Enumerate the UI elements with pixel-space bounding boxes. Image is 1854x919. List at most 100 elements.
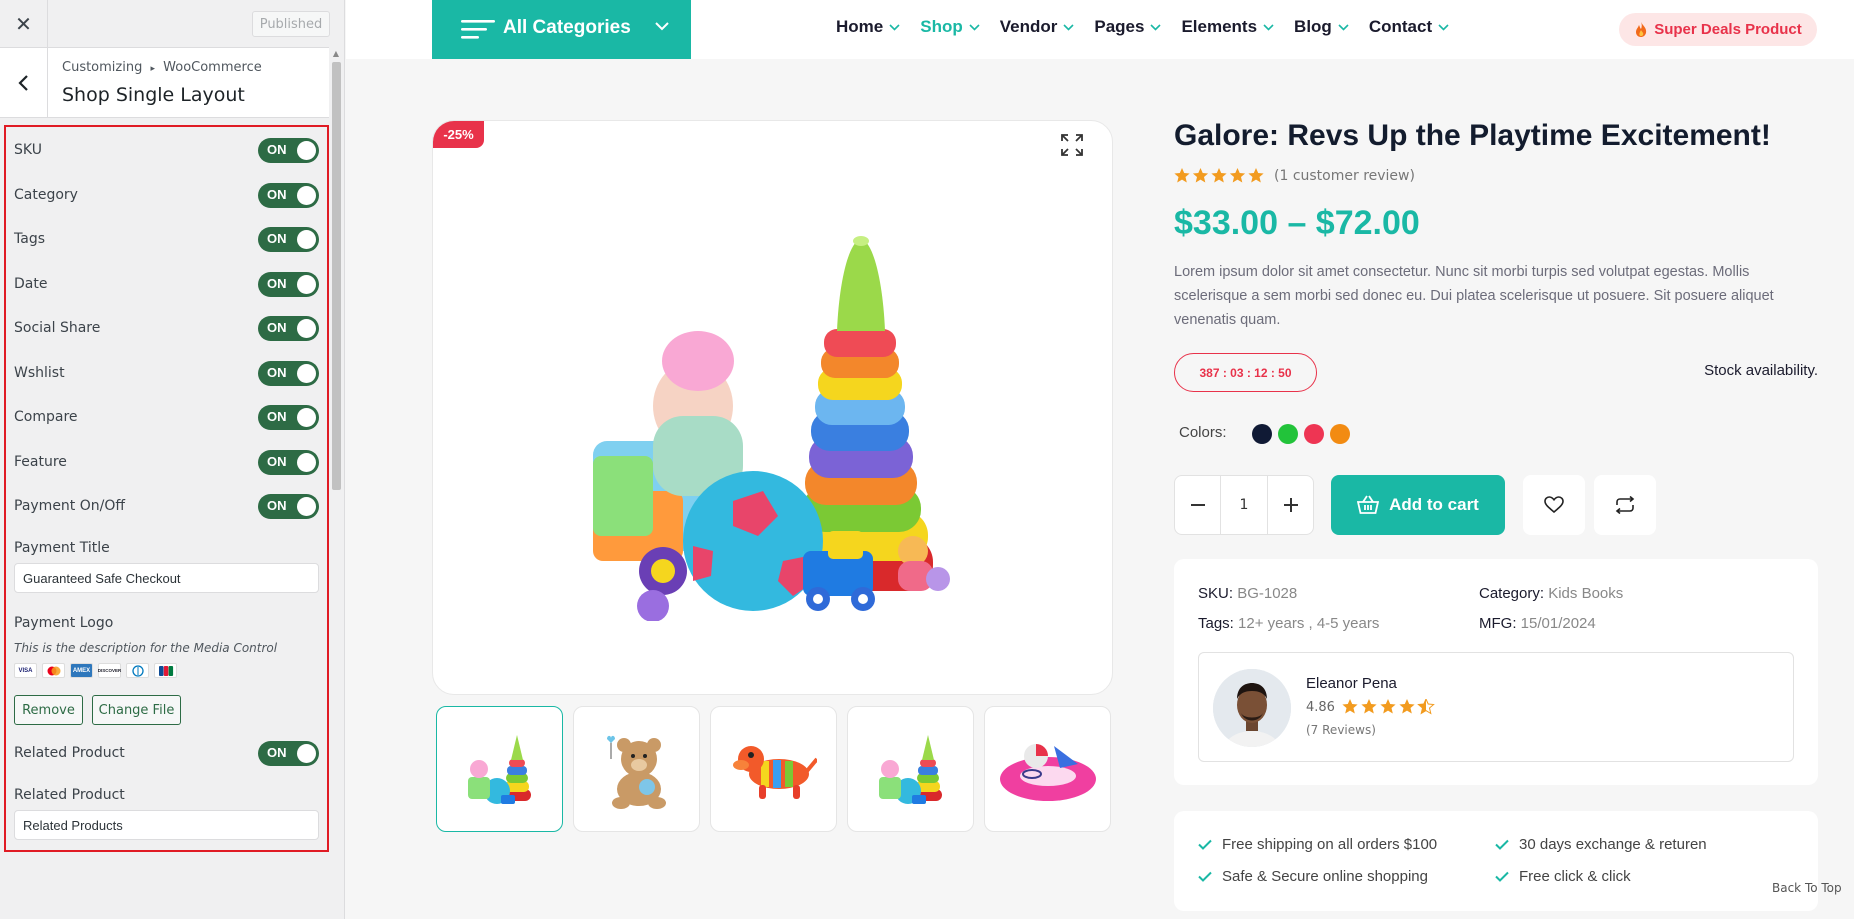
color-swatch-green[interactable]: [1278, 424, 1298, 444]
category-meta: Category: Kids Books: [1479, 585, 1623, 602]
tags-meta: Tags: 12+ years , 4-5 years: [1198, 615, 1379, 632]
nav-vendor[interactable]: Vendor: [1000, 17, 1075, 37]
feature-toggle[interactable]: ON: [258, 450, 319, 475]
nav-blog[interactable]: Blog: [1294, 17, 1349, 37]
vendor-review-count: (7 Reviews): [1306, 723, 1376, 737]
option-label: Payment On/Off: [14, 498, 126, 514]
category-toggle[interactable]: ON: [258, 183, 319, 208]
toggle-state: ON: [267, 745, 287, 760]
scroll-up-arrow-icon[interactable]: ▲: [330, 49, 342, 59]
fire-icon: [1636, 22, 1647, 37]
nav-shop[interactable]: Shop: [920, 17, 980, 37]
site-header: All Categories Home Shop Vendor Pages El…: [346, 0, 1854, 59]
toys-set-thumbnail: [878, 735, 942, 804]
toggle-state: ON: [267, 276, 287, 291]
toggle-state: ON: [267, 231, 287, 246]
chevron-down-icon: [969, 23, 980, 31]
expand-icon[interactable]: [1060, 133, 1084, 157]
discount-badge: -25%: [433, 121, 484, 148]
toggle-knob: [297, 364, 316, 383]
published-button[interactable]: Published: [252, 11, 330, 37]
menu-icon: [461, 20, 495, 39]
check-icon: [1198, 839, 1212, 850]
date-toggle[interactable]: ON: [258, 272, 319, 297]
shipping-feature-text: Free click & click: [1519, 868, 1631, 885]
breadcrumb: Customizing ▸ WooCommerce: [62, 60, 262, 75]
compare-icon: [1615, 496, 1635, 514]
vendor-card[interactable]: Eleanor Pena 4.86 (7 Reviews): [1198, 652, 1794, 762]
nav-label: Contact: [1368, 17, 1433, 36]
related-product-toggle[interactable]: ON: [258, 741, 319, 766]
site-preview: All Categories Home Shop Vendor Pages El…: [346, 0, 1854, 919]
option-date: Date ON: [14, 272, 319, 298]
nav-contact[interactable]: Contact: [1369, 17, 1449, 37]
wishlist-toggle[interactable]: ON: [258, 361, 319, 386]
add-to-cart-button[interactable]: Add to cart: [1331, 475, 1505, 535]
payment-logo-description: This is the description for the Media Co…: [14, 641, 278, 655]
compare-toggle[interactable]: ON: [258, 405, 319, 430]
discover-logo: DISCOVER: [98, 663, 121, 678]
toggle-state: ON: [267, 187, 287, 202]
nav-label: Shop: [920, 17, 963, 36]
basket-icon: [1357, 495, 1380, 514]
vendor-name[interactable]: Eleanor Pena: [1306, 675, 1397, 692]
change-file-button[interactable]: Change File: [92, 695, 181, 725]
close-icon[interactable]: ✕: [0, 0, 48, 48]
payment-title-input[interactable]: [14, 563, 319, 593]
color-swatch-orange[interactable]: [1330, 424, 1350, 444]
sidebar-scrollbar-thumb[interactable]: [332, 62, 341, 490]
sku-toggle[interactable]: ON: [258, 138, 319, 163]
amex-logo: AMEX: [70, 663, 93, 678]
toggle-knob: [297, 186, 316, 205]
diners-logo: [126, 663, 149, 678]
related-title-input[interactable]: [14, 810, 319, 840]
tags-toggle[interactable]: ON: [258, 227, 319, 252]
chevron-down-icon: [1338, 23, 1349, 31]
thumbnail-2[interactable]: [573, 706, 700, 832]
toys-set-thumbnail: [467, 735, 531, 804]
nav-home[interactable]: Home: [836, 17, 900, 37]
product-image-gallery: -25%: [432, 120, 1113, 695]
nav-pages[interactable]: Pages: [1094, 17, 1162, 37]
customizer-topbar: ✕ Published: [0, 0, 330, 48]
quantity-value[interactable]: 1: [1221, 476, 1267, 534]
category-value[interactable]: Kids Books: [1548, 585, 1623, 602]
tags-label: Tags:: [1198, 615, 1234, 632]
customizer-sidebar: ✕ Published Customizing ▸ WooCommerce Sh…: [0, 0, 345, 919]
thumbnail-5[interactable]: [984, 706, 1111, 832]
nav-label: Elements: [1181, 17, 1258, 36]
toy-dog-thumbnail: [732, 746, 817, 799]
color-swatch-red[interactable]: [1304, 424, 1324, 444]
wishlist-button[interactable]: [1523, 475, 1585, 535]
quantity-increase-button[interactable]: [1267, 476, 1313, 534]
option-social-share: Social Share ON: [14, 316, 319, 342]
payment-toggle[interactable]: ON: [258, 494, 319, 519]
check-icon: [1198, 871, 1212, 882]
remove-button[interactable]: Remove: [14, 695, 83, 725]
thumbnail-4[interactable]: [847, 706, 974, 832]
product-meta-card: SKU: BG-1028 Category: Kids Books Tags: …: [1174, 559, 1818, 785]
option-label: SKU: [14, 142, 42, 158]
social-share-toggle[interactable]: ON: [258, 316, 319, 341]
chevron-down-icon: [1150, 23, 1162, 31]
chevron-down-icon: [1263, 23, 1274, 31]
all-categories-button[interactable]: All Categories: [432, 0, 691, 59]
tags-value[interactable]: 12+ years , 4-5 years: [1238, 615, 1379, 632]
vendor-score: 4.86: [1306, 699, 1474, 715]
thumbnail-1[interactable]: [436, 706, 563, 832]
shipping-feature-text: Free shipping on all orders $100: [1222, 836, 1438, 853]
nav-label: Pages: [1094, 17, 1145, 36]
toggle-state: ON: [267, 454, 287, 469]
review-count[interactable]: (1 customer review): [1274, 168, 1415, 184]
countdown-timer: 387 : 03 : 12 : 50: [1174, 353, 1317, 392]
product-rating[interactable]: (1 customer review): [1174, 168, 1474, 184]
super-deals-button[interactable]: Super Deals Product: [1619, 13, 1817, 46]
back-to-top-link[interactable]: Back To Top: [1772, 881, 1842, 895]
back-arrow-icon[interactable]: [0, 48, 48, 118]
compare-button[interactable]: [1594, 475, 1656, 535]
color-swatch-navy[interactable]: [1252, 424, 1272, 444]
option-label: Tags: [14, 231, 45, 247]
quantity-decrease-button[interactable]: [1175, 476, 1221, 534]
thumbnail-3[interactable]: [710, 706, 837, 832]
nav-elements[interactable]: Elements: [1181, 17, 1274, 37]
